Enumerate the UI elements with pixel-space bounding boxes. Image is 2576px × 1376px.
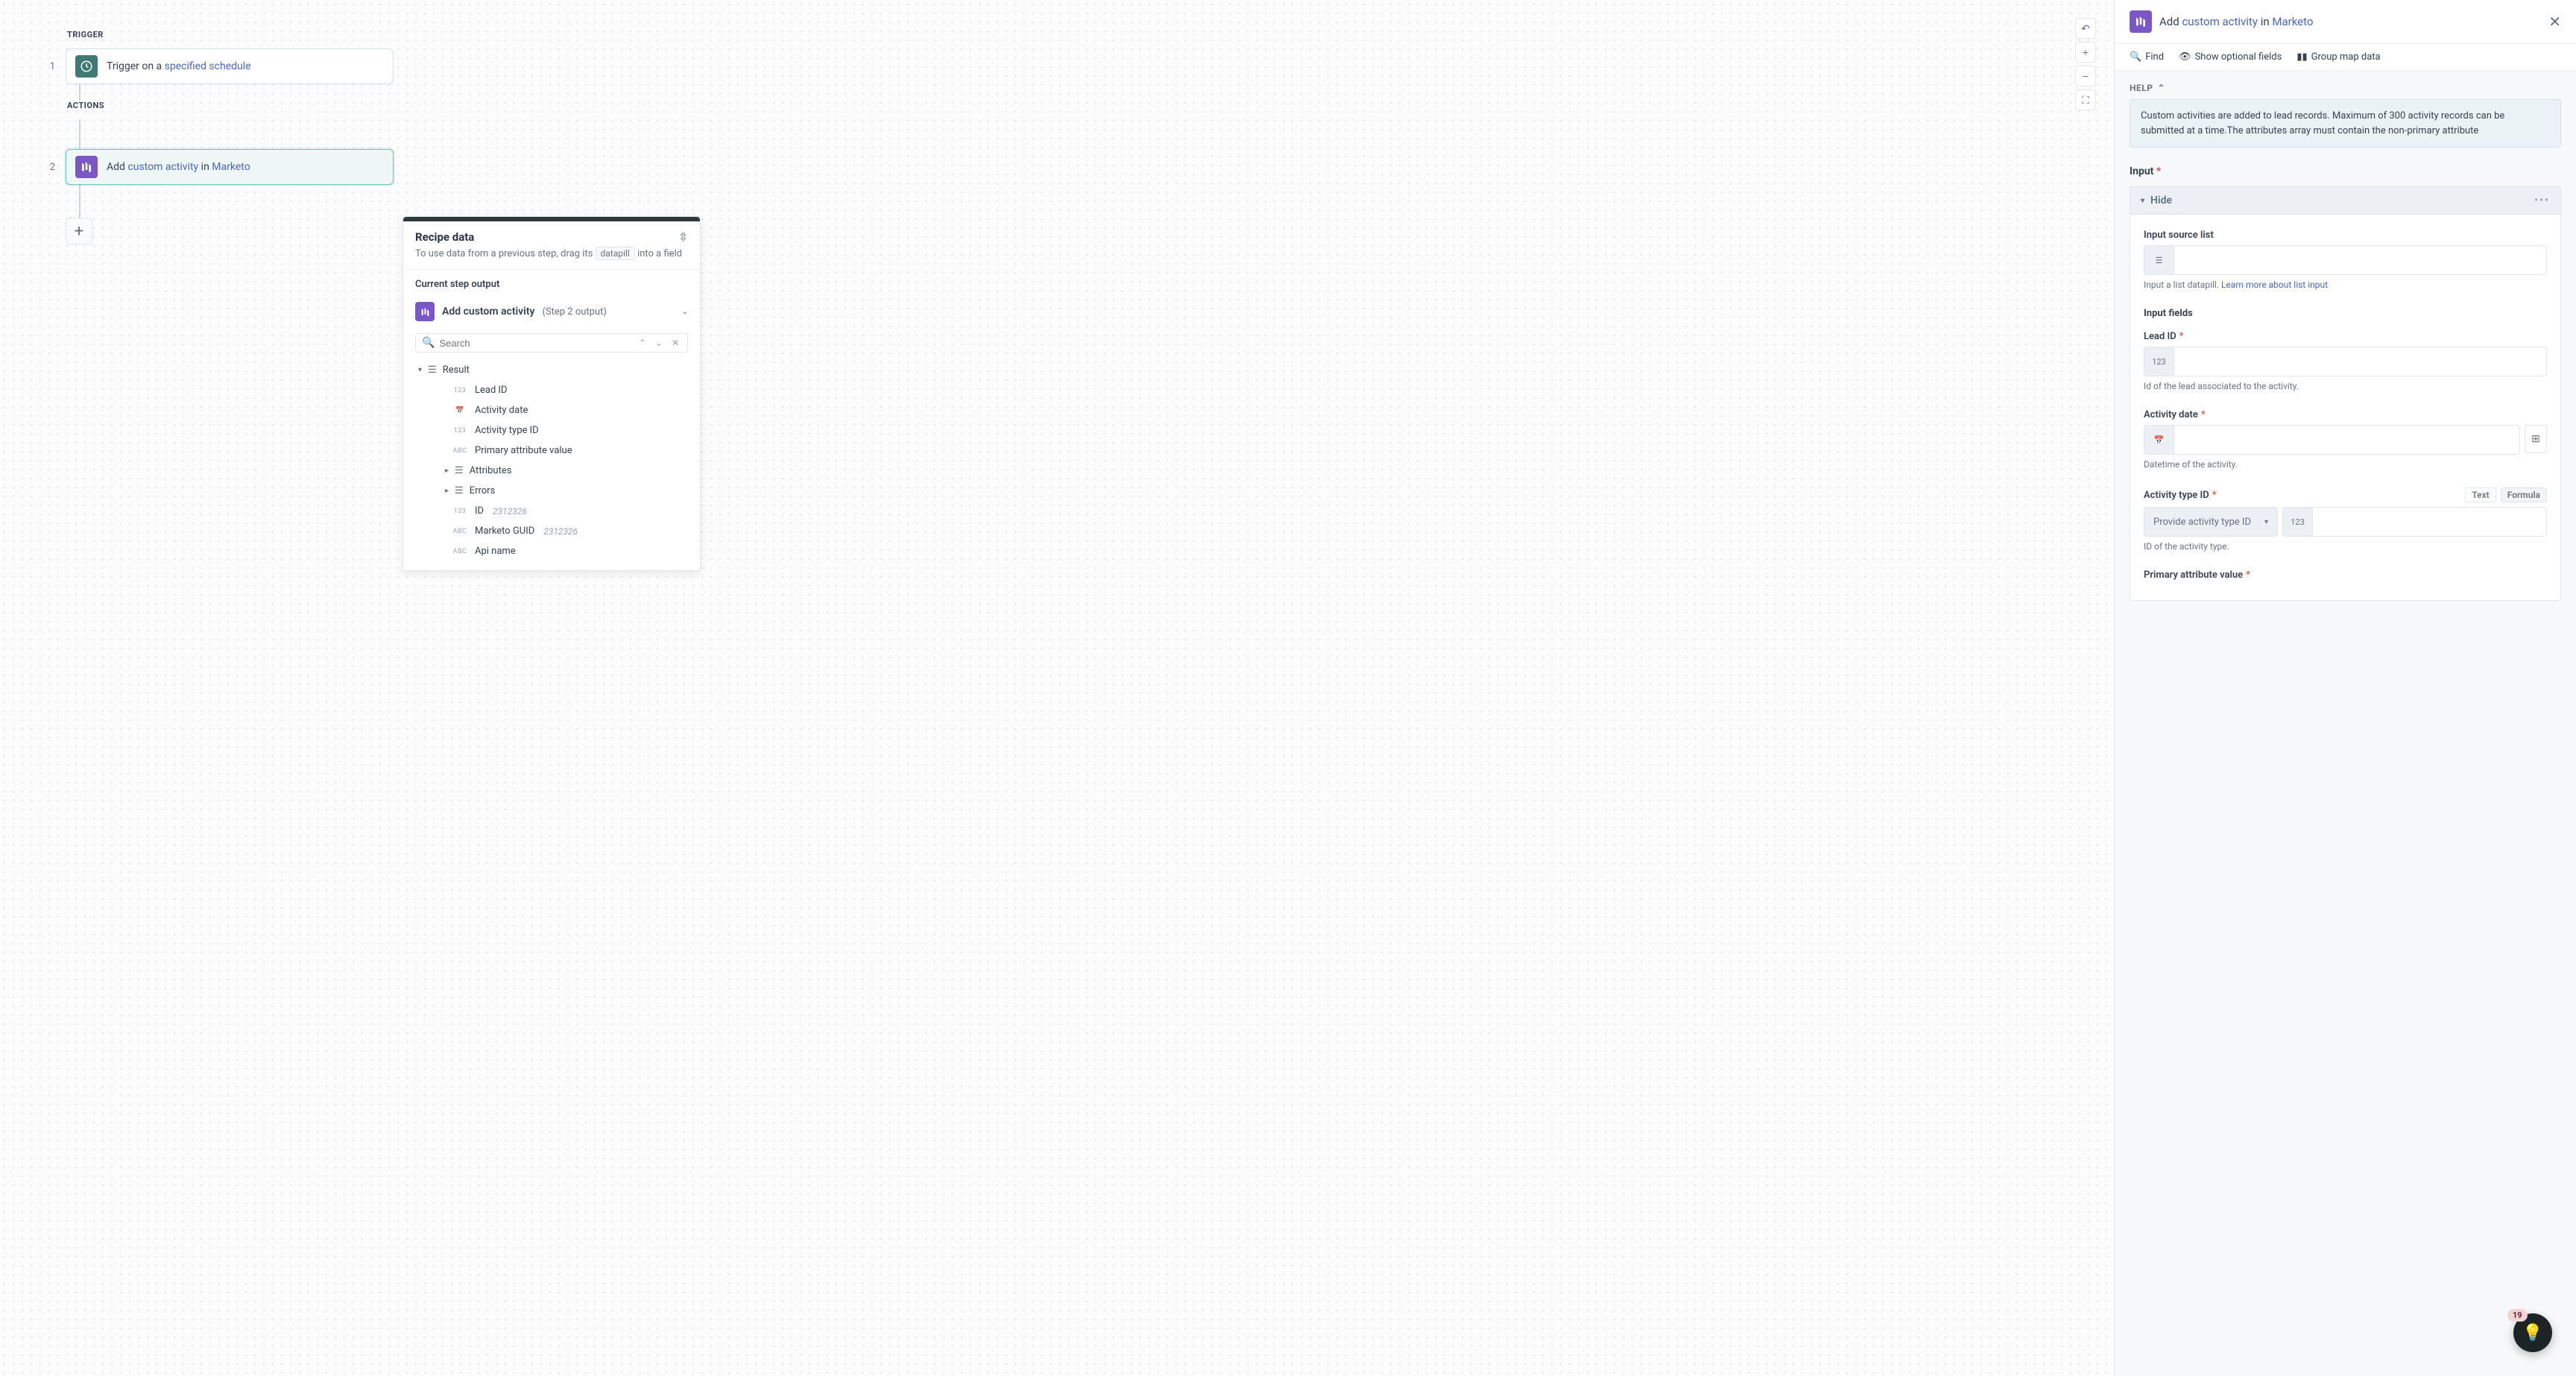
search-icon: 🔍 [422, 337, 435, 349]
activity-type-id-label: Activity type ID* Text Formula [2144, 487, 2547, 502]
tree-node-activity-type-id[interactable]: 123Activity type ID [415, 420, 688, 441]
help-beacon[interactable]: 19 💡 [2513, 1313, 2552, 1352]
workflow-canvas[interactable]: ↶ + − ⛶ TRIGGER 1 Trigger on a specified… [0, 0, 2114, 1376]
tree-node-result[interactable]: ▾ ☰ Result [415, 360, 688, 380]
connector [79, 84, 80, 101]
activity-type-hint: ID of the activity type. [2144, 541, 2547, 552]
connector [79, 185, 80, 218]
list-icon: ☰ [2144, 246, 2174, 274]
step-text: Trigger on a specified schedule [107, 60, 251, 72]
panel-title: Add custom activity in Marketo [2159, 15, 2541, 28]
zoom-in-button[interactable]: + [2075, 42, 2096, 63]
lightbulb-icon: 💡 [2522, 1324, 2542, 1342]
expand-icon[interactable]: ⇳ [678, 230, 688, 244]
chevron-down-icon: ▾ [2264, 518, 2268, 526]
tree-node-attributes[interactable]: ▸☰Attributes [415, 461, 688, 481]
activity-date-hint: Datetime of the activity. [2144, 459, 2547, 470]
chevron-up-icon: ⌃ [2157, 83, 2165, 93]
marketo-icon [2130, 10, 2152, 33]
zoom-out-button[interactable]: − [2075, 66, 2096, 86]
input-source-list-label: Input source list [2144, 230, 2547, 241]
recipe-data-title: Recipe data [415, 230, 474, 244]
calendar-icon: 📅 [451, 407, 469, 414]
activity-type-select[interactable]: Provide activity type ID ▾ [2144, 507, 2278, 537]
text-mode-button[interactable]: Text [2465, 487, 2496, 502]
tree-node-errors[interactable]: ▸☰Errors [415, 481, 688, 501]
caret-right-icon: ▸ [445, 487, 449, 495]
list-icon: ☰ [428, 364, 437, 376]
activity-date-label: Activity date* [2144, 409, 2547, 420]
lead-id-label: Lead ID* [2144, 331, 2547, 342]
tree-node-activity-date[interactable]: 📅Activity date [415, 400, 688, 420]
current-step-output-label: Current step output [415, 279, 688, 290]
close-button[interactable]: ✕ [2548, 13, 2561, 31]
recipe-data-subtitle: To use data from a previous step, drag i… [415, 247, 688, 260]
list-icon: ☰ [455, 465, 464, 476]
tree-node-marketo-guid[interactable]: ABCMarketo GUID2312326 [415, 521, 688, 541]
tree-node-api-name[interactable]: ABCApi name [415, 541, 688, 561]
actions-section-label: ACTIONS [67, 101, 2069, 110]
find-button[interactable]: 🔍Find [2130, 51, 2164, 63]
tree-node-lead-id[interactable]: 123Lead ID [415, 380, 688, 400]
connector [79, 119, 80, 149]
caret-down-icon: ▾ [418, 366, 422, 374]
notification-count: 19 [2507, 1309, 2528, 1322]
caret-right-icon: ▸ [445, 467, 449, 475]
primary-attr-value-label: Primary attribute value* [2144, 569, 2547, 581]
clear-search-button[interactable]: ✕ [669, 338, 681, 348]
chevron-down-icon: ⌄ [682, 308, 688, 316]
input-source-list-field[interactable] [2174, 246, 2546, 274]
step-text: Add custom activity in Marketo [107, 161, 250, 173]
hide-toggle[interactable]: ▾Hide ••• [2130, 186, 2561, 215]
fit-button[interactable]: ⛶ [2075, 89, 2096, 110]
activity-date-field[interactable] [2174, 426, 2519, 454]
tree-node-id[interactable]: 123ID2312326 [415, 501, 688, 521]
undo-button[interactable]: ↶ [2075, 18, 2096, 39]
tree-node-primary-attr[interactable]: ABCPrimary attribute value [415, 441, 688, 461]
input-source-hint: Input a list datapill. Learn more about … [2144, 280, 2547, 290]
help-text: Custom activities are added to lead reco… [2130, 99, 2561, 148]
lead-id-hint: Id of the lead associated to the activit… [2144, 381, 2547, 391]
next-result-button[interactable]: ⌄ [653, 338, 665, 348]
marketo-icon [415, 302, 435, 321]
output-step-header[interactable]: Add custom activity (Step 2 output) ⌄ [415, 297, 688, 326]
activity-type-id-field[interactable] [2313, 508, 2546, 536]
input-fields-header: Input fields [2144, 308, 2547, 319]
show-optional-fields-button[interactable]: 👁Show optional fields [2179, 51, 2282, 63]
date-picker-button[interactable]: ⊞ [2525, 425, 2547, 453]
canvas-controls: ↶ + − ⛶ [2075, 18, 2096, 110]
group-map-data-button[interactable]: ▮▮Group map data [2296, 51, 2380, 63]
datapill-tree: ▾ ☰ Result 123Lead ID 📅Activity date 123… [415, 360, 688, 561]
eye-icon: 👁 [2179, 51, 2191, 63]
config-panel: Add custom activity in Marketo ✕ 🔍Find 👁… [2114, 0, 2576, 1376]
help-toggle[interactable]: HELP⌃ [2130, 83, 2561, 93]
map-icon: ▮▮ [2296, 51, 2307, 63]
formula-mode-button[interactable]: Formula [2501, 487, 2547, 502]
prev-result-button[interactable]: ⌃ [637, 338, 648, 348]
calendar-icon: 📅 [2144, 426, 2174, 454]
trigger-section-label: TRIGGER [67, 30, 2069, 40]
datapill-search[interactable]: 🔍 ⌃ ⌄ ✕ [415, 333, 688, 353]
clock-icon [75, 55, 98, 78]
recipe-data-panel: Recipe data ⇳ To use data from a previou… [402, 216, 701, 571]
action-step-marketo[interactable]: Add custom activity in Marketo [66, 149, 394, 185]
number-icon: 123 [2283, 508, 2313, 536]
list-icon: ☰ [455, 485, 464, 496]
search-icon: 🔍 [2130, 51, 2141, 63]
number-icon: 123 [2144, 347, 2174, 376]
caret-down-icon: ▾ [2141, 197, 2144, 205]
step-number: 1 [45, 61, 55, 72]
marketo-icon [75, 156, 98, 178]
search-input[interactable] [439, 338, 631, 349]
add-step-button[interactable]: + [66, 218, 92, 244]
lead-id-field[interactable] [2174, 347, 2546, 376]
more-icon[interactable]: ••• [2534, 195, 2550, 206]
trigger-step[interactable]: Trigger on a specified schedule [66, 48, 394, 84]
learn-more-link[interactable]: Learn more about list input [2221, 280, 2328, 290]
step-number: 2 [45, 162, 55, 173]
input-section-title: Input * [2130, 165, 2561, 177]
